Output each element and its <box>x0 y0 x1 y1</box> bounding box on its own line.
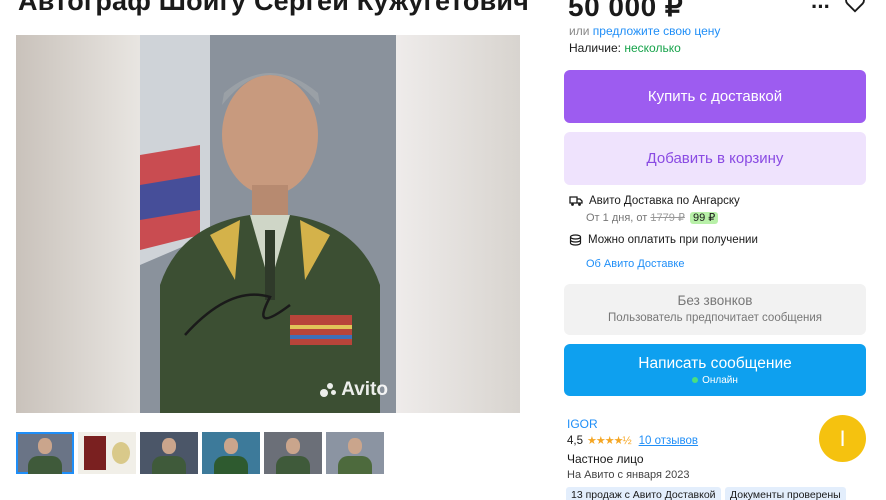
delivery-title: Авито Доставка по Ангарску <box>589 195 740 207</box>
delivery-terms-prefix: От 1 дня, от <box>586 212 648 224</box>
heart-icon[interactable] <box>844 0 866 14</box>
avito-logo-icon <box>320 383 338 397</box>
no-calls-title: Без звонков <box>677 293 753 308</box>
write-message-label: Написать сообщение <box>638 354 792 372</box>
thumbnail-2[interactable] <box>78 432 136 474</box>
coins-icon <box>569 234 582 246</box>
seller-badge-verified: Документы проверены <box>725 487 846 500</box>
add-to-cart-button[interactable]: Добавить в корзину <box>564 132 866 185</box>
watermark-text: Avito <box>341 379 388 400</box>
avatar[interactable]: I <box>819 415 866 462</box>
about-delivery-link[interactable]: Об Авито Доставке <box>586 258 684 270</box>
portrait-illustration <box>140 35 396 413</box>
delivery-old-price: 1779 ₽ <box>650 212 685 224</box>
seller-name-link[interactable]: IGOR <box>567 417 598 431</box>
seller-rating: 4,5 ★★★★½ 10 отзывов <box>567 434 698 448</box>
thumbnail-strip <box>16 432 384 474</box>
seller-since: На Авито с января 2023 <box>567 469 690 481</box>
reviews-link[interactable]: 10 отзывов <box>639 435 698 447</box>
no-calls-notice: Без звонков Пользователь предпочитает со… <box>564 284 866 335</box>
online-status-label: Онлайн <box>702 374 738 386</box>
thumbnail-1[interactable] <box>16 432 74 474</box>
seller-badge-sales: 13 продаж с Авито Доставкой <box>566 487 721 500</box>
listing-title: Автограф Шойгу Сергей Кужугетович <box>18 0 530 16</box>
thumbnail-3[interactable] <box>140 432 198 474</box>
price-offer-prefix: или <box>569 24 590 38</box>
buy-with-delivery-button[interactable]: Купить с доставкой <box>564 70 866 123</box>
rating-value: 4,5 <box>567 434 583 447</box>
price-offer-line: или предложите свою цену <box>569 24 720 38</box>
truck-icon <box>569 196 583 206</box>
price-offer-link[interactable]: предложите свою цену <box>593 24 721 38</box>
price: 50 000 ₽ <box>568 0 684 22</box>
main-photo[interactable]: Avito <box>16 35 520 413</box>
more-dots-icon[interactable]: ··· <box>811 0 831 20</box>
rating-stars-icon: ★★★★½ <box>587 435 632 447</box>
delivery-discount-price: 99 ₽ <box>689 212 719 224</box>
thumbnail-6[interactable] <box>326 432 384 474</box>
online-status: Онлайн <box>692 375 738 386</box>
stock-line: Наличие: несколько <box>569 41 681 55</box>
online-dot-icon <box>692 377 699 383</box>
write-message-button[interactable]: Написать сообщение Онлайн <box>564 344 866 396</box>
no-calls-subtitle: Пользователь предпочитает сообщения <box>607 312 823 324</box>
cash-on-delivery-info: Можно оплатить при получении <box>569 234 758 246</box>
portrait-photo <box>140 35 396 413</box>
avito-watermark: Avito <box>320 379 388 401</box>
thumbnail-5[interactable] <box>264 432 322 474</box>
thumbnail-4[interactable] <box>202 432 260 474</box>
seller-type: Частное лицо <box>567 452 644 466</box>
stock-label: Наличие: <box>569 41 622 55</box>
cash-on-delivery-label: Можно оплатить при получении <box>588 234 758 246</box>
stock-value: несколько <box>624 41 681 55</box>
delivery-terms: От 1 дня, от 1779 ₽ 99 ₽ <box>586 211 719 224</box>
delivery-info: Авито Доставка по Ангарску <box>569 195 740 207</box>
